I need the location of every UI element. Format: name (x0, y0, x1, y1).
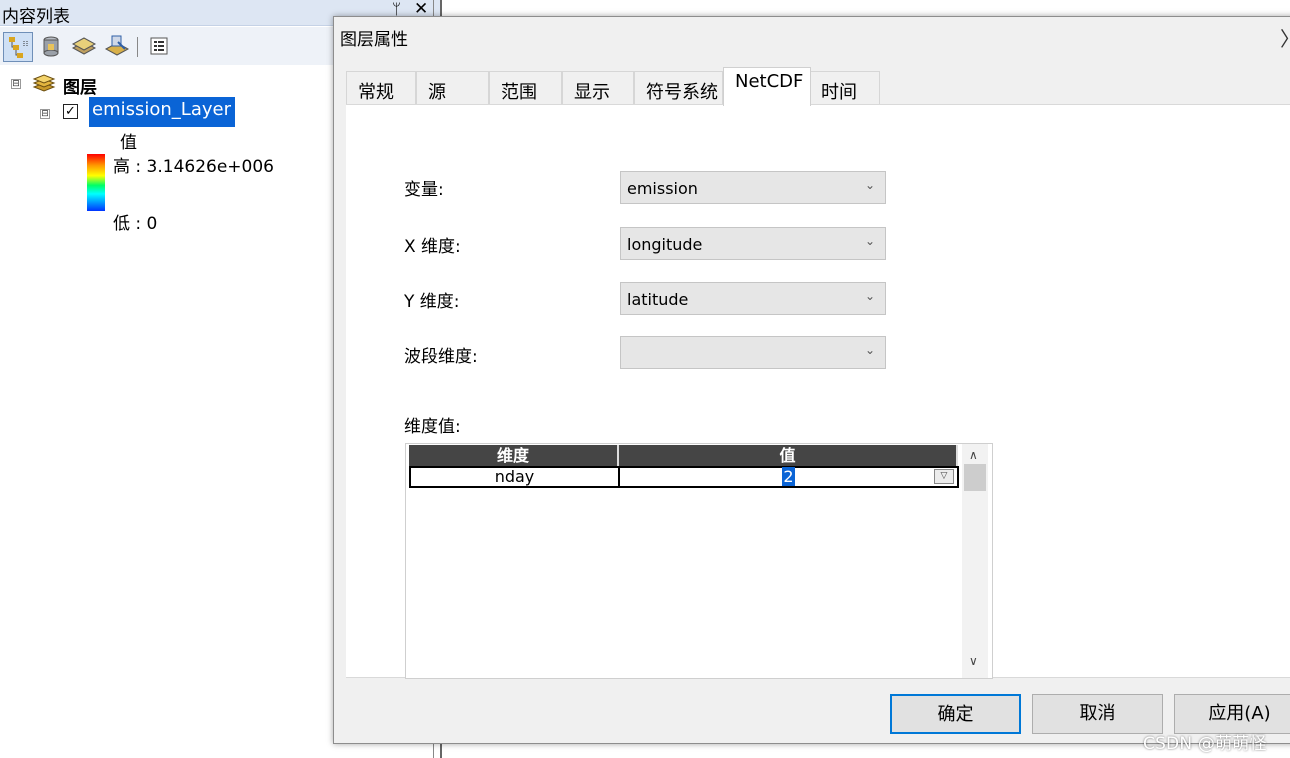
layers-group-icon (32, 74, 56, 98)
tab-netcdf[interactable]: NetCDF (723, 67, 811, 106)
grid-scrollbar[interactable]: ∧ ∨ (962, 444, 988, 678)
x-dimension-value: longitude (627, 235, 703, 254)
band-dimension-dropdown[interactable]: ⌄ (620, 336, 886, 369)
band-dimension-label: 波段维度: (404, 347, 478, 367)
grid-cell-value[interactable]: 2 ▽ (618, 466, 959, 488)
variable-dropdown[interactable]: emission ⌄ (620, 171, 886, 204)
grid-header-value[interactable]: 值 (619, 445, 958, 466)
ok-button[interactable]: 确定 (890, 694, 1021, 734)
chevron-down-icon: ⌄ (864, 343, 875, 357)
legend-low-label: 低 : 0 (113, 214, 158, 234)
scrollbar-thumb[interactable] (964, 464, 986, 491)
tab-source[interactable]: 源 (416, 71, 489, 105)
cancel-button[interactable]: 取消 (1032, 694, 1163, 734)
variable-label: 变量: (404, 180, 444, 200)
x-dimension-label: X 维度: (404, 237, 461, 257)
dimension-values-grid: 维度 值 nday 2 ▽ ∧ ∨ (405, 443, 993, 679)
list-by-drawing-order-icon[interactable] (3, 32, 33, 62)
scroll-up-icon[interactable]: ∧ (969, 448, 978, 462)
cell-dropdown-icon[interactable]: ▽ (934, 469, 954, 484)
tab-display[interactable]: 显示 (562, 71, 634, 105)
x-dimension-dropdown[interactable]: longitude ⌄ (620, 227, 886, 260)
chevron-down-icon: ⌄ (864, 178, 875, 192)
layer-visibility-checkbox[interactable]: ✓ (63, 104, 78, 119)
layer-properties-dialog: 图层属性 〉 常规 源 范围 显示 符号系统 NetCDF 时间 变量: emi… (333, 16, 1290, 744)
layer-name[interactable]: emission_Layer (89, 97, 235, 127)
grid-cell-dimension[interactable]: nday (409, 466, 620, 488)
chevron-down-icon: ⌄ (864, 234, 875, 248)
netcdf-tab-page: 变量: emission ⌄ X 维度: longitude ⌄ Y 维度: l… (346, 104, 1290, 679)
dimension-name: nday (494, 467, 535, 486)
y-dimension-dropdown[interactable]: latitude ⌄ (620, 282, 886, 315)
legend-title: 值 (120, 133, 137, 153)
toolbar-separator (137, 37, 138, 57)
legend-high-label: 高 : 3.14626e+006 (113, 157, 274, 177)
y-dimension-label: Y 维度: (404, 292, 460, 312)
grid-header-dimension[interactable]: 维度 (409, 445, 619, 466)
options-icon[interactable] (145, 32, 175, 62)
layer-expander-icon[interactable]: ⊟ (40, 109, 50, 119)
dialog-close-icon[interactable]: 〉 (1280, 23, 1290, 52)
list-by-visibility-icon[interactable] (70, 32, 100, 62)
dimension-values-label: 维度值: (404, 417, 461, 437)
tab-symbology[interactable]: 符号系统 (634, 71, 723, 105)
watermark: CSDN @萌萌怪 (1143, 734, 1267, 754)
tab-extent[interactable]: 范围 (489, 71, 562, 105)
toc-title: 内容列表 (2, 7, 70, 27)
chevron-down-icon: ⌄ (864, 289, 875, 303)
y-dimension-value: latitude (627, 290, 689, 309)
scroll-down-icon[interactable]: ∨ (969, 654, 978, 668)
tab-general[interactable]: 常规 (346, 71, 416, 105)
tab-time[interactable]: 时间 (808, 71, 880, 105)
apply-button[interactable]: 应用(A) (1174, 694, 1290, 734)
dialog-title: 图层属性 (340, 30, 408, 50)
variable-value: emission (627, 179, 698, 198)
layers-root-expander-icon[interactable]: ⊟ (11, 79, 21, 89)
list-by-selection-icon[interactable] (103, 32, 133, 62)
layers-root-label[interactable]: 图层 (63, 73, 97, 98)
legend-color-ramp (87, 154, 105, 211)
dimension-value: 2 (782, 467, 795, 486)
list-by-source-icon[interactable] (37, 32, 67, 62)
